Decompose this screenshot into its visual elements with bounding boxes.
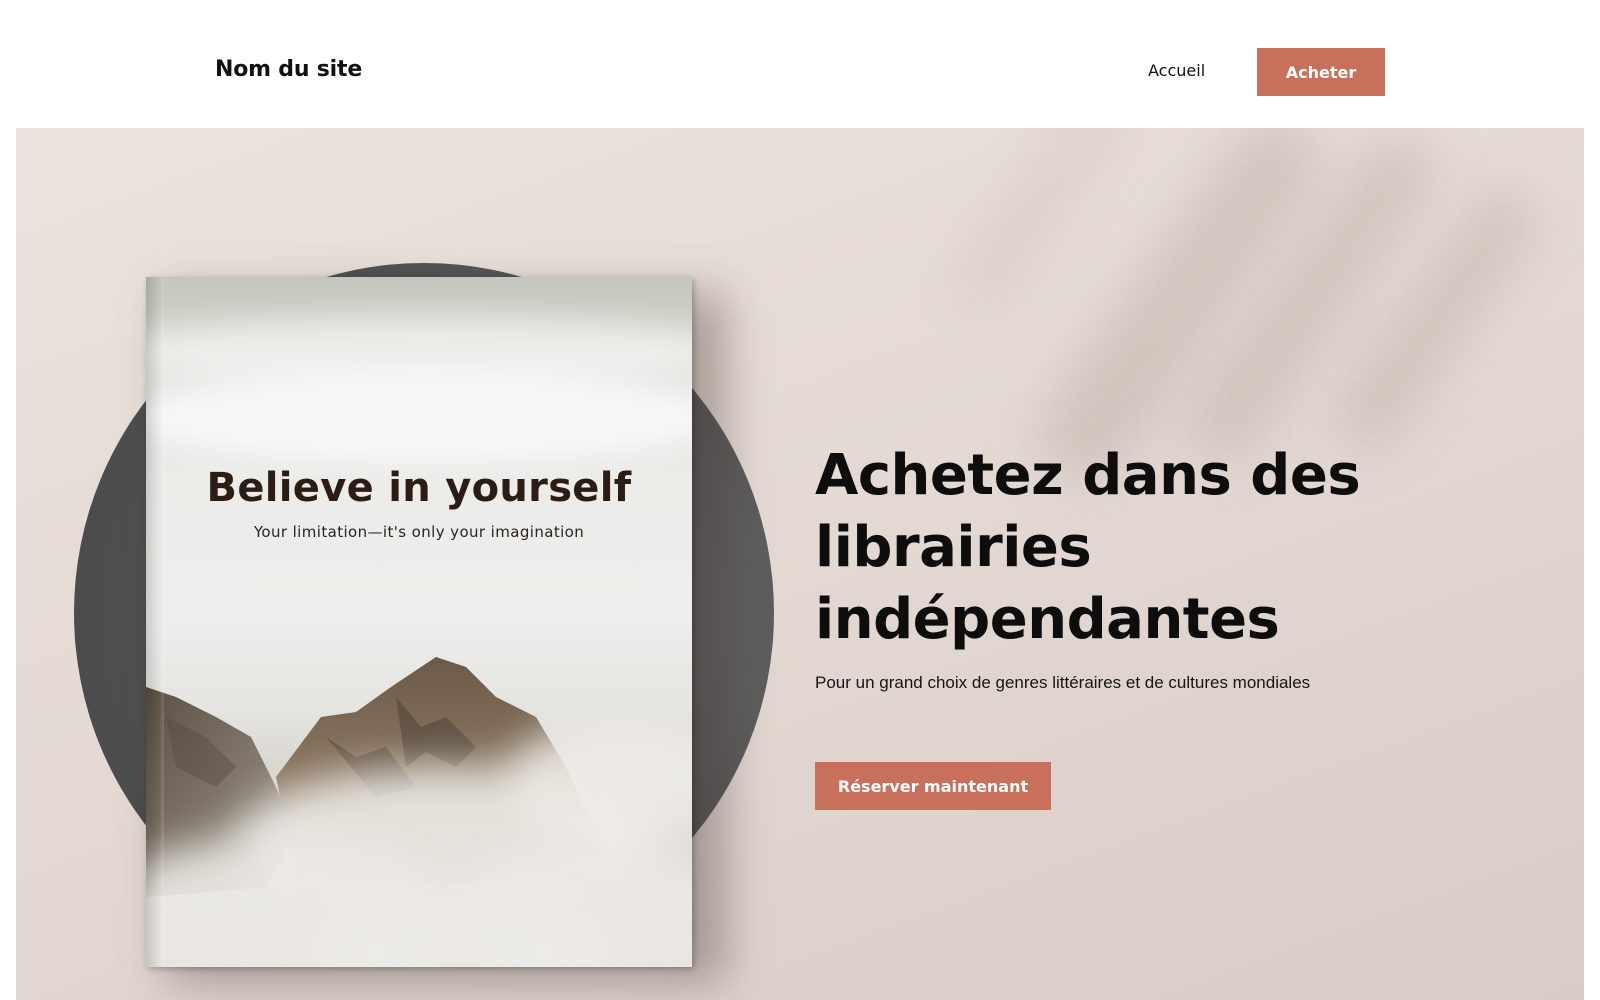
site-header: Nom du site Accueil Acheter [0,0,1600,128]
book-spine [146,277,164,967]
hero-heading: Achetez dans des librairies indépendante… [815,443,1361,652]
hero-section: Believe in yourself Your limitation—it's… [16,128,1584,1000]
buy-button[interactable]: Acheter [1257,48,1385,96]
book-cover-image: Believe in yourself Your limitation—it's… [146,277,692,967]
site-title[interactable]: Nom du site [215,57,362,82]
leaf-shadow [945,128,1137,319]
book-subtitle: Your limitation—it's only your imaginati… [253,523,585,541]
nav-link-home[interactable]: Accueil [1148,61,1205,80]
reserve-now-button[interactable]: Réserver maintenant [815,762,1051,810]
hero-subheading: Pour un grand choix de genres littéraire… [815,673,1311,692]
book-title: Believe in yourself [206,465,632,511]
